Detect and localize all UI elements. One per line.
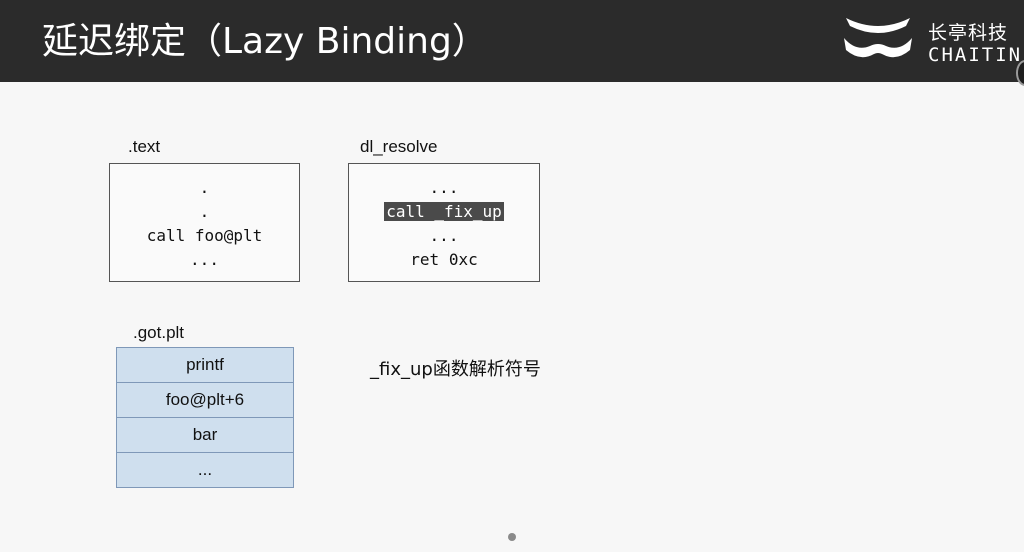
got-entry: ... — [117, 453, 293, 487]
got-entry: bar — [117, 418, 293, 453]
text-section-label: .text — [128, 137, 161, 156]
window-edge-icon — [1016, 60, 1024, 86]
got-entry: foo@plt+6 — [117, 383, 293, 418]
fix-up-call-highlight: call _fix_up — [384, 202, 504, 221]
dl-resolve-section-box: ... call _fix_up ... ret 0xc — [348, 163, 540, 282]
chaitin-logo-icon — [844, 18, 912, 58]
got-entry: printf — [117, 348, 293, 383]
logo-chinese-text: 长亭科技 — [928, 22, 1009, 44]
slide-header: 延迟绑定（Lazy Binding） 长亭科技 CHAITIN — [0, 0, 1024, 82]
code-line: ret 0xc — [410, 250, 478, 269]
code-line: call foo@plt — [146, 226, 263, 245]
code-line: ... — [429, 178, 459, 197]
code-line: ... — [429, 226, 459, 245]
fix-up-note: _fix_up函数解析符号 — [370, 359, 541, 380]
got-plt-table: printf foo@plt+6 bar ... — [116, 347, 294, 488]
dl-resolve-section-label: dl_resolve — [360, 137, 438, 156]
code-line: . — [199, 178, 210, 197]
logo-english-text: CHAITIN — [928, 44, 1023, 66]
text-section-box: . . call foo@plt ... — [109, 163, 300, 282]
code-line: . — [199, 202, 210, 221]
code-line: ... — [190, 250, 219, 269]
slide-title: 延迟绑定（Lazy Binding） — [42, 21, 488, 62]
chaitin-logo: 长亭科技 CHAITIN — [836, 12, 1020, 72]
code-line-highlighted: call _fix_up — [349, 200, 539, 224]
got-plt-section-label: .got.plt — [133, 323, 185, 342]
slide-indicator-dot — [508, 533, 516, 541]
